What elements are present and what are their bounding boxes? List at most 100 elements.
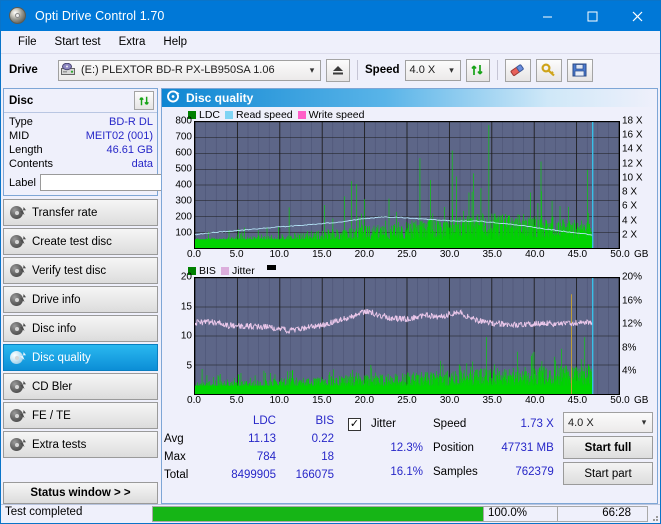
sidebar-item-extra-tests[interactable]: Extra tests <box>3 431 158 458</box>
window-controls <box>525 1 660 31</box>
top-chart-row: 100 200 300 400 500 600 700 800 2 X 4 X 6 X 8 X 10 … <box>164 116 655 249</box>
menu-extra[interactable]: Extra <box>110 34 155 50</box>
table-row: Max 784 18 <box>164 449 334 467</box>
axis-tick-label: 16 X <box>622 129 643 141</box>
disc-refresh-button[interactable] <box>134 91 154 110</box>
sidebar-item-drive-info[interactable]: Drive info <box>3 286 158 313</box>
eject-button[interactable] <box>326 58 350 82</box>
close-icon[interactable] <box>615 1 660 31</box>
menu-file[interactable]: File <box>9 34 46 50</box>
sidebar-item-cd-bler[interactable]: CD Bler <box>3 373 158 400</box>
disc-properties: Type BD-R DL MID MEIT02 (001) Length 46.… <box>4 113 243 195</box>
charts-container: LDC Read speed Write speed 100 200 300 400 5… <box>162 107 657 409</box>
position-stat-value: 47731 MB <box>501 441 554 454</box>
main-panel-title: Disc quality <box>186 91 254 105</box>
legend-swatch-write-speed <box>297 110 306 119</box>
disc-label-label: Label <box>9 176 36 189</box>
axis-tick-label: 5.0 <box>229 395 244 406</box>
disc-quality-icon <box>167 90 180 106</box>
sidebar-item-label: Drive info <box>32 293 81 306</box>
sidebar-item-fe-te[interactable]: FE / TE <box>3 402 158 429</box>
disc-icon <box>10 408 26 423</box>
disc-length-value: 46.61 GB <box>106 144 153 156</box>
sidebar-item-disc-info[interactable]: Disc info <box>3 315 158 342</box>
axis-tick-label: 500 <box>175 163 192 175</box>
sidebar: Disc Type BD-R DL MID MEIT02 (001) Lengt… <box>3 88 243 504</box>
maximize-icon[interactable] <box>570 1 615 31</box>
axis-tick-label: 10 <box>180 330 192 342</box>
sidebar-item-label: Verify test disc <box>32 264 107 277</box>
start-part-button[interactable]: Start part <box>563 462 653 485</box>
legend-label-write-speed: Write speed <box>308 108 365 121</box>
minimize-icon[interactable] <box>525 1 570 31</box>
stats-header-row: LDC BIS <box>164 412 334 430</box>
axis-tick-label: 18 X <box>622 115 643 127</box>
axis-tick-label: 16% <box>622 295 643 307</box>
stats-total-bis: 166075 <box>295 469 334 482</box>
top-chart-x-axis-row: 0.0 5.0 10.0 15.0 20.0 25.0 30.0 35.0 40.0 45.0 50… <box>164 249 655 263</box>
disc-icon <box>10 205 26 220</box>
refresh-button[interactable] <box>465 58 490 82</box>
stats-avg-bis: 0.22 <box>311 432 334 445</box>
eraser-button[interactable] <box>504 58 531 82</box>
stats-total-ldc: 8499905 <box>231 469 276 482</box>
axis-tick-label: 100 <box>175 227 192 239</box>
legend-item-jitter: Jitter <box>220 265 255 277</box>
axis-tick-label: 5 <box>186 360 192 371</box>
sidebar-item-label: Disc quality <box>32 351 91 364</box>
speed-select[interactable]: 4.0 X ▾ <box>404 59 461 81</box>
drive-select[interactable]: (E:) PLEXTOR BD-R PX-LB950SA 1.06 ▾ <box>58 59 321 81</box>
bottom-chart-plot <box>194 277 620 395</box>
test-controls: 4.0 X ▾ Start full Start part <box>563 412 655 485</box>
save-button[interactable] <box>566 58 593 82</box>
axis-tick-label: 4% <box>622 365 637 377</box>
sidebar-item-transfer-rate[interactable]: Transfer rate <box>3 199 158 226</box>
key-button[interactable] <box>535 58 562 82</box>
disc-type-value: BD-R DL <box>108 116 153 128</box>
menu-start-test[interactable]: Start test <box>46 34 110 50</box>
axis-tick-label: 5.0 <box>229 249 244 260</box>
jitter-checkbox[interactable]: ✓ <box>348 417 361 431</box>
sidebar-item-verify-test-disc[interactable]: Verify test disc <box>3 257 158 284</box>
stats-avg-ldc: 11.13 <box>248 432 276 445</box>
stats-max-bis: 18 <box>321 451 334 464</box>
sidebar-item-disc-quality[interactable]: Disc quality <box>3 344 158 371</box>
legend-swatch-jitter <box>220 266 229 275</box>
test-speed-select[interactable]: 4.0 X ▾ <box>563 412 653 433</box>
resize-grip[interactable] <box>648 505 660 523</box>
axis-tick-label: 40.0 <box>525 249 545 260</box>
bottom-chart-x-axis: 0.0 5.0 10.0 15.0 20.0 25.0 30.0 35.0 40.0 45.0 50… <box>187 395 630 409</box>
window-title: Opti Drive Control 1.70 <box>35 9 165 23</box>
axis-tick-label: 10.0 <box>269 249 289 260</box>
axis-tick-label: 40.0 <box>525 395 545 406</box>
menu-help[interactable]: Help <box>154 34 196 50</box>
drive-value: (E:) PLEXTOR BD-R PX-LB950SA 1.06 <box>81 64 275 76</box>
top-chart-x-axis: 0.0 5.0 10.0 15.0 20.0 25.0 30.0 35.0 40.0 45.0 50… <box>187 249 630 263</box>
stats-header-ldc: LDC <box>252 414 276 427</box>
status-window-button[interactable]: Status window > > <box>3 482 158 504</box>
start-full-button[interactable]: Start full <box>563 436 653 459</box>
axis-tick-label: 400 <box>175 179 192 191</box>
table-row: Total 8499905 166075 <box>164 467 334 485</box>
disc-icon <box>10 234 26 249</box>
axis-tick-label: 25.0 <box>397 395 417 406</box>
drive-icon <box>59 62 77 78</box>
status-text: Test completed <box>5 506 83 518</box>
speed-stat-label: Speed <box>433 417 467 430</box>
statistics-panel: LDC BIS Avg 11.13 0.22 Max 784 18 Total … <box>162 409 657 485</box>
samples-stat-value: 762379 <box>515 466 554 479</box>
disc-row-type: Type BD-R DL <box>9 115 153 129</box>
axis-tick-label: 20.0 <box>354 395 375 406</box>
legend-item-bis: BIS <box>188 265 216 277</box>
legend-item-unlabeled <box>260 265 276 273</box>
main-panel-header: Disc quality <box>162 89 657 107</box>
bottom-chart-y-axis-right: 4% 8% 12% 16% 20% <box>620 272 655 395</box>
speed-stat-value: 1.73 X <box>520 417 554 430</box>
x-unit-label-2: GB <box>634 395 649 406</box>
speed-position-stats: Speed 1.73 X Position 47731 MB Samples 7… <box>433 412 554 485</box>
sidebar-item-create-test-disc[interactable]: Create test disc <box>3 228 158 255</box>
jitter-stats: ✓ Jitter 12.3% 16.1% <box>348 412 423 485</box>
legend-item-ldc: LDC <box>188 109 220 121</box>
axis-tick-label: 30.0 <box>439 249 460 260</box>
chevron-down-icon: ▾ <box>449 64 454 75</box>
